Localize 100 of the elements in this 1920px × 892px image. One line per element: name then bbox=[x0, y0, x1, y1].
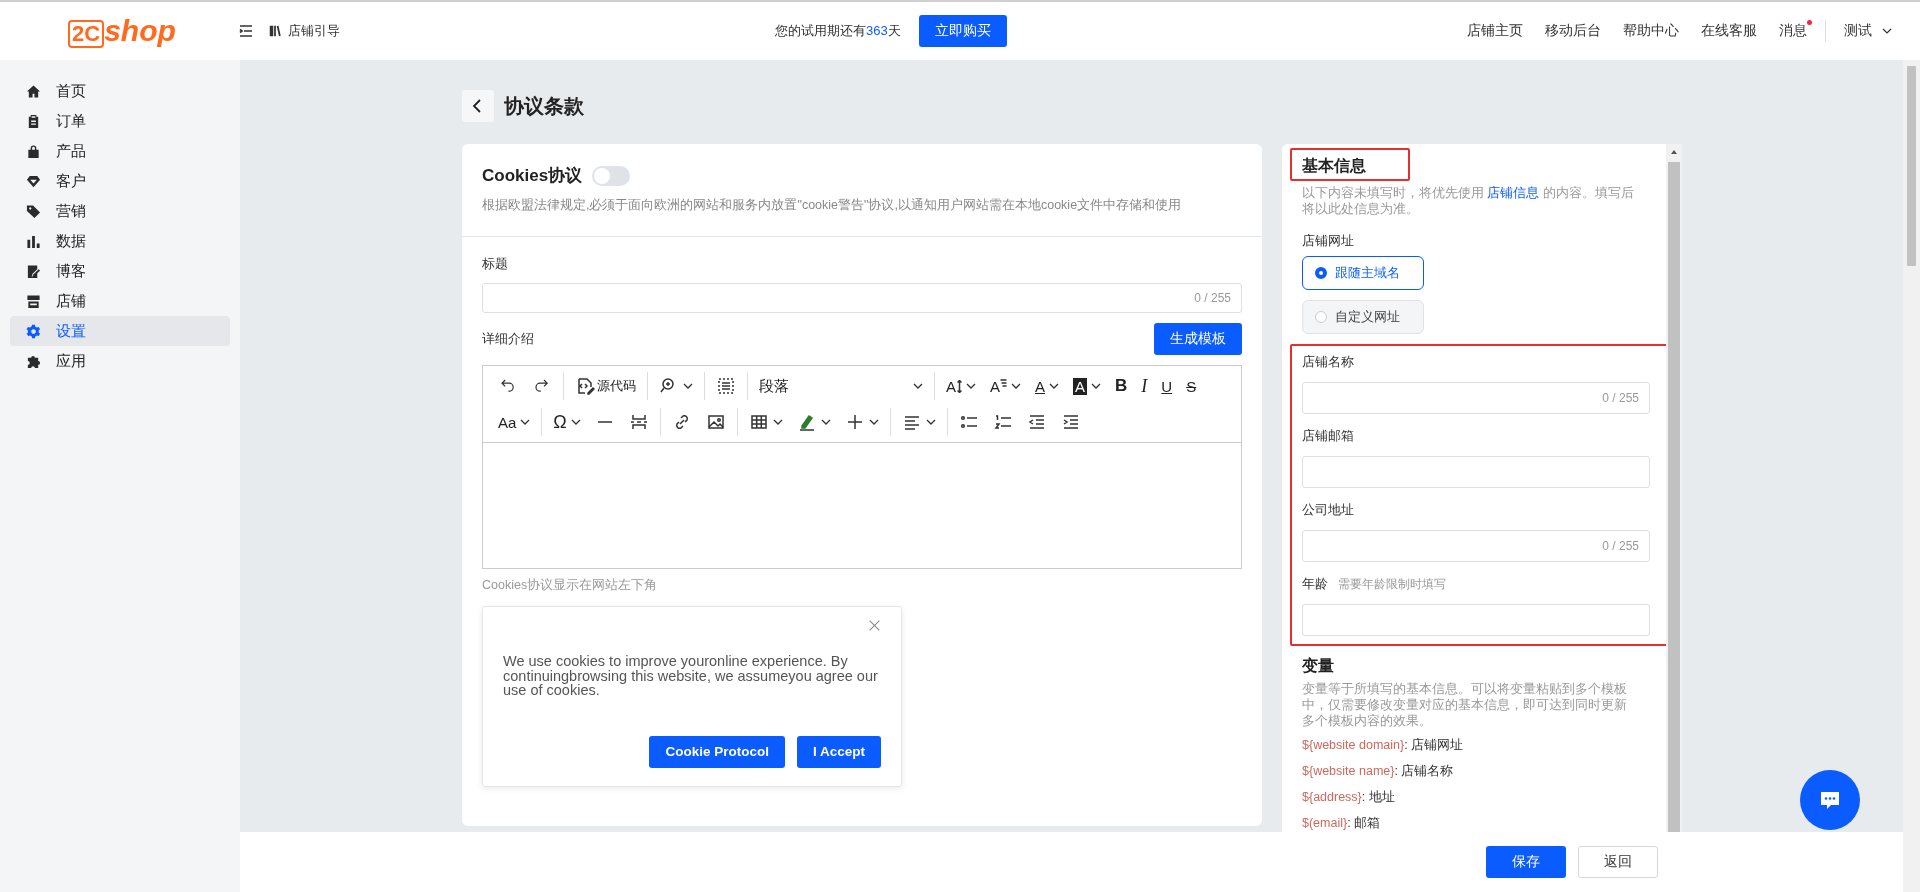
cookie-banner-button[interactable]: I Accept bbox=[796, 735, 881, 768]
block-format-tool-button[interactable]: 段落 bbox=[752, 372, 930, 400]
character-counter: 0 / 255 bbox=[1602, 539, 1639, 553]
page-break-icon bbox=[628, 412, 649, 432]
diamond-icon bbox=[26, 173, 41, 189]
input-field[interactable] bbox=[1302, 456, 1650, 488]
section-title: Cookies协议 bbox=[482, 165, 583, 187]
chevron-down-icon bbox=[1049, 381, 1060, 391]
chevron-down-icon bbox=[966, 381, 976, 391]
variable-meaning: : 店铺网址 bbox=[1404, 738, 1464, 752]
save-button[interactable]: 保存 bbox=[1486, 846, 1566, 878]
clipboard-icon bbox=[26, 113, 41, 129]
source-tool-button[interactable]: 源代码 bbox=[568, 372, 643, 400]
chevron-down-icon bbox=[520, 417, 531, 427]
field-label: 年龄 bbox=[1302, 576, 1328, 593]
close-icon[interactable] bbox=[868, 619, 881, 632]
panel-title: 基本信息 bbox=[1302, 156, 1367, 176]
section-description: 根据欧盟法律规定,必须于面向欧洲的网站和服务内放置"cookie警告"协议,以通知用户网站需在本地cookie文件中存储和使用 bbox=[482, 197, 1183, 214]
generate-template-button[interactable]: 生成模板 bbox=[1154, 323, 1242, 355]
numbered-list-icon bbox=[992, 412, 1013, 432]
top-nav-link[interactable]: 移动后台 bbox=[1545, 22, 1601, 40]
scrollbar[interactable] bbox=[1903, 60, 1920, 892]
sidebar-item[interactable]: 设置 bbox=[10, 316, 230, 346]
store-info-link[interactable]: 店铺信息 bbox=[1487, 186, 1540, 200]
radio-option[interactable]: 自定义网址 bbox=[1302, 300, 1424, 334]
sidebar-item[interactable]: 营销 bbox=[10, 196, 230, 226]
chevron-down-icon bbox=[868, 417, 879, 427]
image-icon bbox=[705, 412, 726, 432]
chevron-down-icon bbox=[913, 381, 923, 391]
sidebar-item[interactable]: 客户 bbox=[10, 166, 230, 196]
chevron-down-icon bbox=[1011, 381, 1022, 391]
bg-color-tool-button[interactable]: A bbox=[1066, 372, 1109, 400]
top-nav-link[interactable]: 帮助中心 bbox=[1623, 22, 1679, 40]
user-menu[interactable]: 测试 bbox=[1844, 22, 1892, 40]
trial-notice: 您的试用期还有363天 bbox=[775, 22, 901, 40]
horizontal-line-icon bbox=[597, 421, 612, 423]
field-label: 标题 bbox=[482, 255, 509, 273]
page-title: 协议条款 bbox=[504, 93, 584, 119]
special-char-tool-button[interactable]: Ω bbox=[546, 408, 588, 436]
cookie-message: We use cookies to improve youronline experience. By continuingbrowsing this website, we assumeyou agree our use of cookies. bbox=[503, 654, 879, 698]
scrollbar[interactable] bbox=[1666, 144, 1682, 832]
arrow-icon bbox=[957, 379, 962, 393]
toggle-switch[interactable] bbox=[592, 165, 631, 186]
top-nav-link[interactable]: 在线客服 bbox=[1701, 22, 1757, 40]
radio-option[interactable]: 跟随主域名 bbox=[1302, 256, 1424, 290]
lines-icon bbox=[1000, 379, 1008, 387]
strike-tool-button[interactable]: S bbox=[1179, 372, 1204, 400]
top-nav-link[interactable]: 店铺主页 bbox=[1467, 22, 1523, 40]
table-grid-icon bbox=[748, 412, 769, 432]
chevron-down-icon bbox=[1882, 26, 1892, 36]
code-document-icon bbox=[575, 376, 595, 396]
section-title: 变量 bbox=[1302, 656, 1335, 676]
section-description: 变量等于所填写的基本信息。可以将变量粘贴到多个模板中，仅需要修改变量对应的基本信息，即可达到同时更新多个模板内容的效果。 bbox=[1302, 681, 1628, 729]
outdent-icon bbox=[1026, 412, 1047, 432]
tag-icon bbox=[26, 203, 41, 219]
chevron-down-icon bbox=[570, 417, 581, 427]
chevron-down-icon bbox=[683, 381, 693, 391]
field-label: 店铺名称 bbox=[1302, 354, 1354, 371]
hint-text: Cookies协议显示在网站左下角 bbox=[482, 577, 659, 594]
bar-chart-icon bbox=[26, 233, 41, 249]
variable-meaning: : 地址 bbox=[1361, 790, 1395, 804]
buy-now-button[interactable]: 立即购买 bbox=[918, 15, 1007, 47]
variable-meaning: : 店铺名称 bbox=[1394, 764, 1454, 778]
store-guide-link[interactable]: 店铺引导 bbox=[268, 22, 340, 40]
italic-tool-button[interactable]: I bbox=[1134, 372, 1155, 400]
sidebar-item[interactable]: 首页 bbox=[10, 76, 230, 106]
puzzle-piece-icon bbox=[26, 353, 41, 369]
sidebar-item[interactable]: 博客 bbox=[10, 256, 230, 286]
sidebar-item[interactable]: 应用 bbox=[10, 346, 230, 376]
field-hint: 需要年龄限制时填写 bbox=[1338, 576, 1446, 593]
house-icon bbox=[26, 83, 41, 99]
variable-token: ${address} bbox=[1302, 790, 1362, 804]
character-counter: 0 / 255 bbox=[1194, 291, 1231, 305]
back-button[interactable] bbox=[462, 90, 494, 122]
panel-description: 以下内容未填写时，将优先使用 店铺信息 的内容。填写后将以此处信息为准。 bbox=[1302, 185, 1634, 217]
cookie-banner-button[interactable]: Cookie Protocol bbox=[649, 735, 785, 768]
font-size-tool-button[interactable]: A bbox=[939, 372, 983, 400]
chevron-down-icon bbox=[820, 417, 831, 427]
field-label: 店铺网址 bbox=[1302, 233, 1355, 250]
chevron-down-icon bbox=[772, 417, 783, 427]
input-field[interactable] bbox=[1302, 604, 1650, 636]
font-color-tool-button[interactable]: A bbox=[1028, 372, 1067, 400]
back-button[interactable]: 返回 bbox=[1578, 846, 1658, 878]
bold-tool-button[interactable]: B bbox=[1108, 372, 1135, 400]
field-label: 店铺邮箱 bbox=[1302, 428, 1354, 445]
sidebar-item[interactable]: 产品 bbox=[10, 136, 230, 166]
messages-link[interactable]: 消息 bbox=[1779, 22, 1807, 40]
chat-button[interactable] bbox=[1800, 770, 1860, 830]
font-family-tool-button[interactable]: Aa bbox=[491, 408, 538, 436]
sidebar-item[interactable]: 订单 bbox=[10, 106, 230, 136]
storefront-icon bbox=[26, 293, 41, 309]
sidebar-item[interactable]: 数据 bbox=[10, 226, 230, 256]
book-icon bbox=[268, 24, 282, 38]
character-counter: 0 / 255 bbox=[1602, 391, 1639, 405]
chevron-down-icon bbox=[1091, 381, 1102, 391]
menu-icon[interactable] bbox=[238, 23, 254, 39]
underline-tool-button[interactable]: U bbox=[1154, 372, 1180, 400]
line-height-tool-button[interactable]: A bbox=[983, 372, 1029, 400]
sidebar-item[interactable]: 店铺 bbox=[10, 286, 230, 316]
variable-meaning: : 邮箱 bbox=[1347, 816, 1381, 830]
